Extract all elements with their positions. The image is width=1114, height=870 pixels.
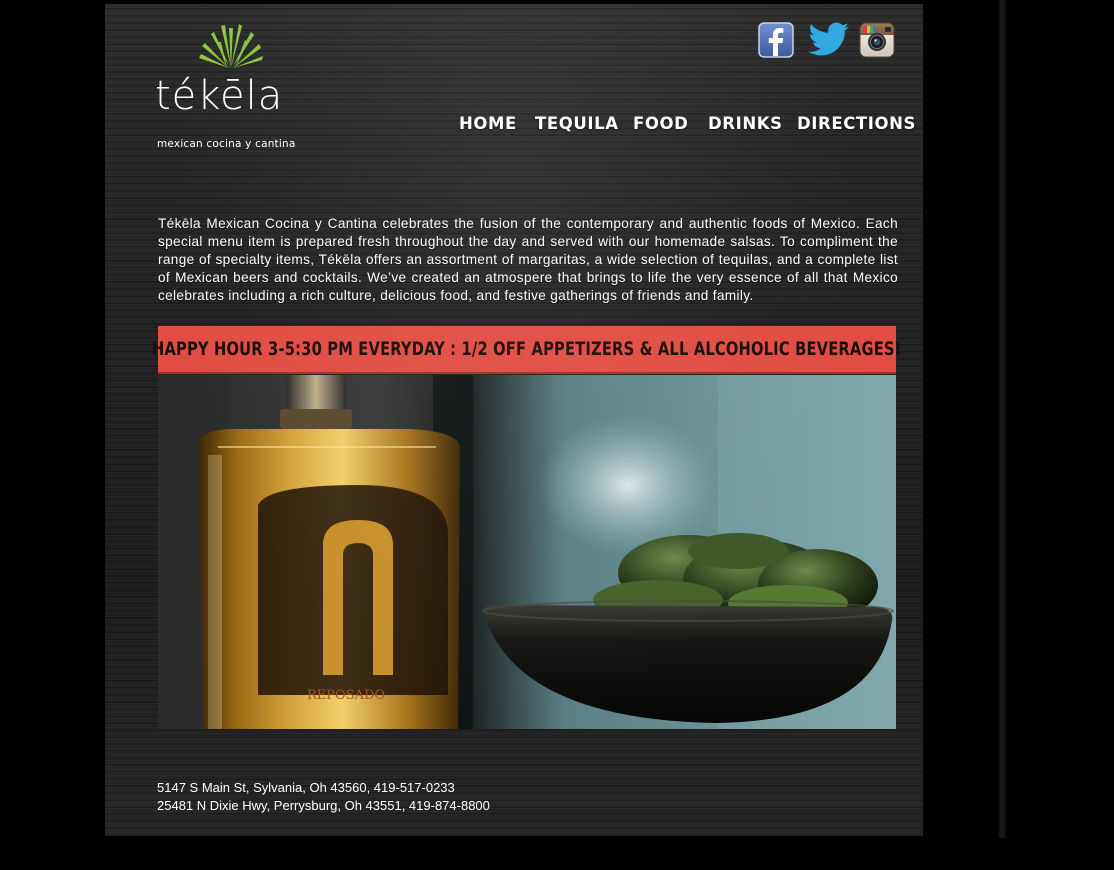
bottle-label: REPOSADO: [307, 688, 385, 703]
happy-hour-banner: HAPPY HOUR 3-5:30 PM EVERYDAY : 1/2 OFF …: [152, 326, 902, 374]
main-nav: HOME TEQUILA FOOD DRINKS DIRECTIONS: [105, 114, 923, 138]
nav-tequila[interactable]: TEQUILA: [535, 114, 619, 133]
nav-home[interactable]: HOME: [459, 114, 517, 133]
brand-wordmark: tékēla: [155, 73, 284, 119]
page-edge: [998, 0, 1006, 838]
agave-icon: [199, 24, 263, 68]
address-perrysburg: 25481 N Dixie Hwy, Perrysburg, Oh 43551,…: [157, 798, 490, 813]
happy-hour-text: HAPPY HOUR 3-5:30 PM EVERYDAY : 1/2 OFF …: [152, 338, 902, 360]
nav-food[interactable]: FOOD: [633, 114, 688, 133]
page-container: tékēla mexican cocina y cantina HOME TEQ…: [105, 4, 923, 836]
address-sylvania: 5147 S Main St, Sylvania, Oh 43560, 419-…: [157, 780, 455, 795]
nav-drinks[interactable]: DRINKS: [708, 114, 783, 133]
facebook-icon[interactable]: [758, 22, 794, 58]
intro-paragraph: Tékēla Mexican Cocina y Cantina celebrat…: [158, 215, 898, 304]
brand-tagline: mexican cocina y cantina: [157, 138, 296, 150]
instagram-icon[interactable]: [859, 22, 895, 58]
hero-photo: REPOSADO: [158, 375, 896, 729]
brand-logo[interactable]: tékēla mexican cocina y cantina: [155, 20, 305, 160]
nav-directions[interactable]: DIRECTIONS: [797, 114, 916, 133]
footer-addresses: 5147 S Main St, Sylvania, Oh 43560, 419-…: [157, 779, 490, 815]
twitter-icon[interactable]: [807, 21, 851, 57]
